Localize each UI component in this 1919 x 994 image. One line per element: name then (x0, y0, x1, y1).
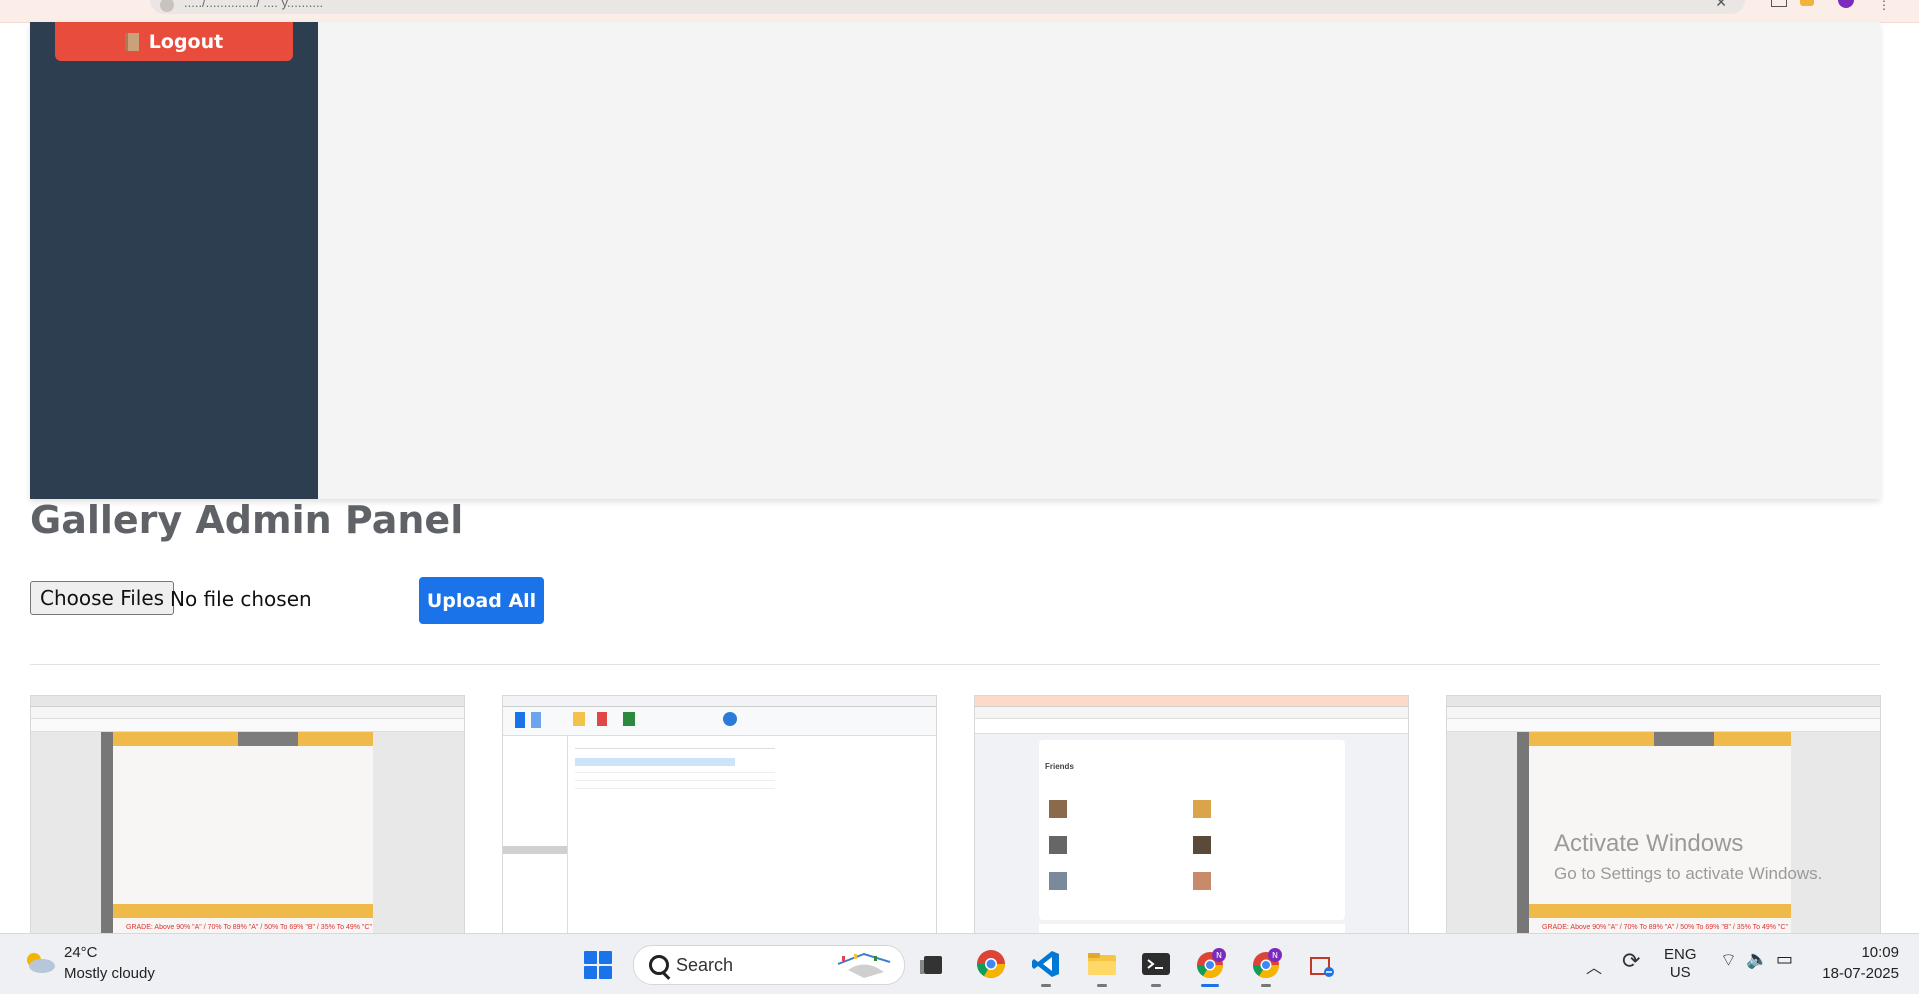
search-label: Search (676, 955, 734, 975)
extension-icon[interactable] (1800, 0, 1814, 6)
logout-label: Logout (148, 30, 224, 53)
file-status-text: No file chosen (170, 587, 312, 611)
site-info-icon[interactable] (160, 0, 174, 12)
terminal-icon[interactable] (1140, 948, 1172, 980)
taskbar: 24°C Mostly cloudy Search N N ︿ ⟳ ENG US… (0, 933, 1919, 994)
search-highlight-icon (837, 952, 891, 978)
svg-text:N: N (1272, 951, 1278, 960)
sidebar: Logout (30, 22, 318, 499)
thumbnail-caption: GRADE: Above 90% "A" / 70% To 89% "A" / … (1542, 924, 1788, 931)
snipping-tool-icon[interactable] (1305, 948, 1337, 980)
weather-condition[interactable]: Mostly cloudy (64, 965, 155, 982)
gallery-thumbnail[interactable]: Friends (974, 695, 1409, 937)
chrome-profile-icon[interactable]: N (1194, 948, 1226, 980)
door-icon (124, 32, 139, 51)
activation-watermark-subtitle: Go to Settings to activate Windows. (1554, 864, 1823, 883)
thumbnail-caption: GRADE: Above 90% "A" / 70% To 89% "A" / … (126, 924, 372, 931)
cast-icon[interactable] (1771, 0, 1787, 7)
weather-temperature[interactable]: 24°C (64, 944, 98, 961)
page-title: Gallery Admin Panel (30, 498, 464, 542)
address-bar[interactable]: ...../............../ .... y.......... ✕ (150, 0, 1745, 14)
file-explorer-icon[interactable] (1086, 948, 1118, 980)
task-view-icon[interactable] (918, 948, 950, 980)
choose-files-button[interactable]: Choose Files (30, 581, 175, 615)
show-hidden-icons-icon[interactable]: ︿ (1586, 954, 1602, 978)
divider (30, 664, 1880, 665)
active-indicator (1201, 984, 1219, 987)
lang-region: US (1669, 964, 1691, 981)
chrome-icon[interactable] (975, 948, 1007, 980)
running-indicator (1151, 984, 1161, 987)
running-indicator (1261, 984, 1271, 987)
vscode-icon[interactable] (1030, 948, 1062, 980)
logout-button[interactable]: Logout (55, 22, 293, 61)
taskbar-search[interactable]: Search (633, 945, 905, 985)
more-menu-icon[interactable]: ⋮ (1878, 0, 1890, 12)
clock-time[interactable]: 10:09 (1861, 944, 1899, 961)
start-icon[interactable] (584, 951, 612, 979)
svg-text:N: N (1216, 951, 1222, 960)
gallery-thumbnail[interactable]: GRADE: Above 90% "A" / 70% To 89% "A" / … (1446, 695, 1881, 937)
activation-watermark-title: Activate Windows (1554, 830, 1744, 857)
lang-code: ENG (1664, 946, 1697, 963)
sync-icon[interactable]: ⟳ (1622, 948, 1640, 974)
admin-panel-container: Logout (30, 22, 1880, 499)
clear-address-icon[interactable]: ✕ (1715, 0, 1727, 11)
address-text: ...../............../ .... y.......... (184, 0, 324, 10)
input-language[interactable]: ENG US (1664, 946, 1697, 982)
volume-icon[interactable]: 🔈 (1746, 949, 1768, 970)
thumbnail-caption: Friends (1045, 762, 1074, 771)
gallery-thumbnail[interactable]: GRADE: Above 90% "A" / 70% To 89% "A" / … (30, 695, 465, 937)
running-indicator (1097, 984, 1107, 987)
cloudy-weather-icon[interactable] (22, 950, 56, 974)
search-icon (649, 955, 669, 975)
running-indicator (1041, 984, 1051, 987)
gallery-thumbnail[interactable] (502, 695, 937, 937)
upload-all-button[interactable]: Upload All (419, 577, 544, 624)
browser-toolbar: ...../............../ .... y.......... ✕… (0, 0, 1919, 23)
battery-icon[interactable]: ▭ (1776, 949, 1793, 970)
clock-date[interactable]: 18-07-2025 (1822, 965, 1899, 982)
wifi-icon[interactable]: ⌔ (1720, 949, 1737, 972)
chrome-profile-icon[interactable]: N (1250, 948, 1282, 980)
profile-avatar[interactable] (1838, 0, 1854, 8)
